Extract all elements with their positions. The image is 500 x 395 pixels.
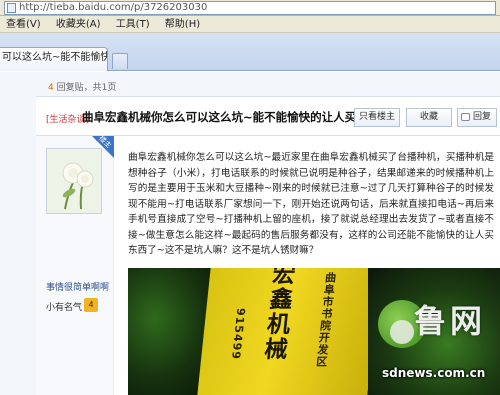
menu-tools[interactable]: 工具(T) xyxy=(110,16,156,33)
sign-brand-text: 宏鑫机械 xyxy=(258,268,296,362)
tab-current[interactable]: 可以这么坑~能不能愉快… xyxy=(0,47,108,71)
author-column: 事情很简单啊啊 小有名气 4 xyxy=(36,136,114,395)
new-tab-button[interactable] xyxy=(112,53,128,69)
thread-header: [生活杂谈] 曲阜宏鑫机械你怎么可以这么坑~能不能愉快的让人买你 只看楼主 收藏… xyxy=(36,96,500,136)
thread-title: 曲阜宏鑫机械你怎么可以这么坑~能不能愉快的让人买你 xyxy=(82,110,368,124)
rank-level-badge: 4 xyxy=(84,298,98,312)
reply-count: 4 xyxy=(48,83,54,93)
thread-pager: 4 回复贴，共1页 xyxy=(48,80,116,93)
favorite-button[interactable]: 收藏 xyxy=(406,108,452,127)
watermark: 鲁网 sdnews.com.cn xyxy=(378,292,494,388)
url-text: http://tieba.baidu.com/p/3726203030 xyxy=(19,2,208,13)
watermark-url: sdnews.com.cn xyxy=(382,366,486,380)
sign-address-text: 曲阜市书院开发区 xyxy=(314,272,338,368)
sign-phone-text: 915499 xyxy=(229,308,248,360)
watermark-title: 鲁网 xyxy=(414,302,487,340)
menu-help[interactable]: 帮助(H) xyxy=(159,16,206,33)
reply-label: 回复 xyxy=(472,112,491,122)
address-bar: http://tieba.baidu.com/p/3726203030 xyxy=(0,0,500,16)
tab-bar: 可以这么坑~能不能愉快… xyxy=(0,33,500,71)
author-name[interactable]: 事情很简单啊啊 xyxy=(46,280,109,293)
menu-view[interactable]: 查看(V) xyxy=(0,16,47,33)
replies-label: 回复贴，共1页 xyxy=(56,83,117,93)
url-input[interactable]: http://tieba.baidu.com/p/3726203030 xyxy=(4,1,496,15)
reply-icon xyxy=(461,113,470,121)
photo-sign: 宏鑫机械 915499 曲阜市书院开发区 xyxy=(197,268,381,395)
flower-avatar-image xyxy=(47,149,101,213)
owner-only-button[interactable]: 只看楼主 xyxy=(354,108,400,127)
post-text: 曲阜宏鑫机械你怎么可以这么坑~最近家里在曲阜宏鑫机械买了台播种机，买播种机是想种… xyxy=(128,152,494,256)
rank-label: 小有名气 xyxy=(46,303,83,313)
menu-bar: 查看(V) 收藏夹(A) 工具(T) 帮助(H) xyxy=(0,16,500,33)
reply-button[interactable]: 回复 xyxy=(457,108,497,127)
page-icon xyxy=(7,3,16,13)
menu-favorites[interactable]: 收藏夹(A) xyxy=(50,16,107,33)
